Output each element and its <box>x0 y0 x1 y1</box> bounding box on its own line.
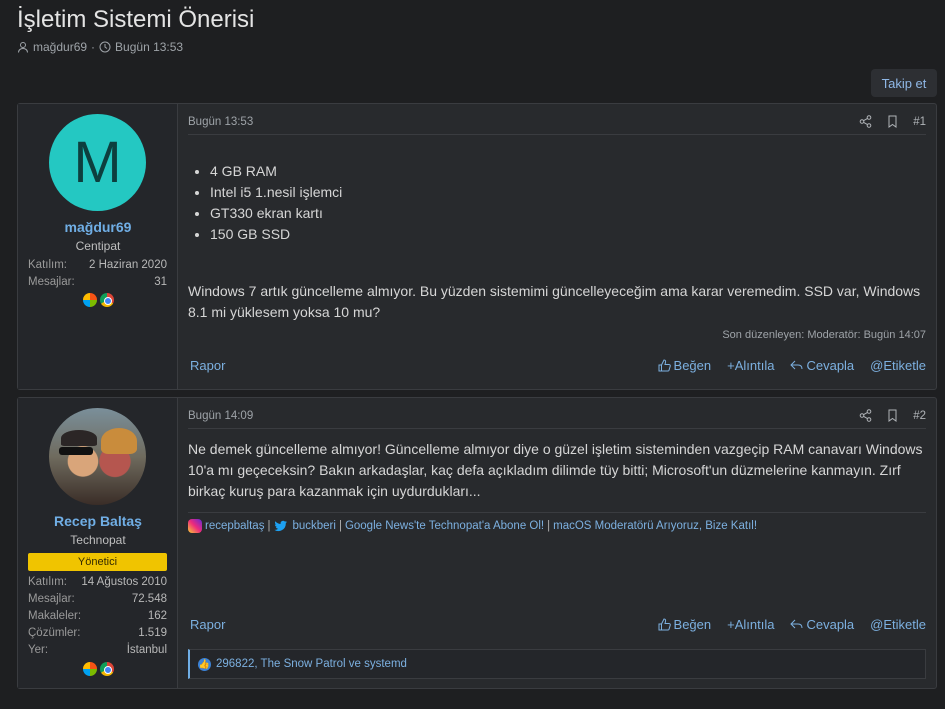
reply-button[interactable]: Cevapla <box>790 358 854 373</box>
clock-icon <box>99 41 111 53</box>
avatar-glasses <box>59 447 93 455</box>
avatar-cap <box>61 430 97 446</box>
signature-separator: | <box>338 520 342 532</box>
report-link[interactable]: Rapor <box>190 617 225 632</box>
like-button[interactable]: Beğen <box>658 617 711 632</box>
tag-button[interactable]: @Etiketle <box>870 617 926 632</box>
bookmark-icon[interactable] <box>886 115 899 128</box>
chrome-icon <box>99 662 114 676</box>
stat-messages: Mesajlar: 72.548 <box>28 593 167 605</box>
post-text: Windows 7 artık güncelleme almıyor. Bu y… <box>188 283 921 320</box>
reactions-bar[interactable]: 👍 296822, The Snow Patrol ve systemd <box>188 649 926 679</box>
reactions-list[interactable]: 296822, The Snow Patrol ve systemd <box>216 658 407 670</box>
signature-link-2[interactable]: macOS Moderatörü Arıyoruz, Bize Katıl! <box>553 520 757 532</box>
tag-button[interactable]: @Etiketle <box>870 358 926 373</box>
thread-author[interactable]: mağdur69 <box>33 40 87 54</box>
reply-button[interactable]: Cevapla <box>790 617 854 632</box>
reply-icon <box>790 360 803 370</box>
like-reaction-icon: 👍 <box>198 657 211 671</box>
post-header: Bugün 14:09 #2 <box>188 409 926 429</box>
post-date[interactable]: Bugün 13:53 <box>188 116 253 128</box>
signature-instagram-link[interactable]: recepbaltaş <box>205 520 264 532</box>
signature: recepbaltaş | buckberi | Google News'te … <box>188 512 926 533</box>
like-button[interactable]: Beğen <box>658 358 711 373</box>
user-title: Technopat <box>70 533 126 547</box>
spec-list: 4 GB RAM Intel i5 1.nesil işlemci GT330 … <box>210 161 342 245</box>
post-text: Ne demek güncelleme almıyor! Güncelleme … <box>188 441 923 499</box>
stat-joined: Katılım: 14 Ağustos 2010 <box>28 576 167 588</box>
thread-meta: mağdur69 · Bugün 13:53 <box>17 40 183 54</box>
username[interactable]: mağdur69 <box>18 219 178 235</box>
windows-icon <box>82 293 97 307</box>
signature-separator: | <box>267 520 271 532</box>
instagram-icon <box>188 519 202 533</box>
list-item: 150 GB SSD <box>210 224 342 245</box>
avatar[interactable]: M <box>49 114 146 211</box>
share-icon[interactable] <box>859 409 872 422</box>
share-icon[interactable] <box>859 115 872 128</box>
meta-separator: · <box>91 40 96 54</box>
bookmark-icon[interactable] <box>886 409 899 422</box>
thread-date[interactable]: Bugün 13:53 <box>115 40 183 54</box>
post-1-user-panel: M mağdur69 Centipat Katılım: 2 Haziran 20… <box>18 104 178 389</box>
post-number[interactable]: #1 <box>913 116 926 128</box>
windows-icon <box>82 662 97 676</box>
signature-separator: | <box>547 520 551 532</box>
reply-icon <box>790 619 803 629</box>
signature-link-1[interactable]: Google News'te Technopat'a Abone Ol! <box>345 520 544 532</box>
post-date[interactable]: Bugün 14:09 <box>188 410 253 422</box>
list-item: GT330 ekran kartı <box>210 203 342 224</box>
user-icon <box>18 42 28 53</box>
browser-icons <box>18 662 178 676</box>
stat-solutions: Çözümler: 1.519 <box>28 627 167 639</box>
browser-icons <box>18 293 178 307</box>
stat-messages: Mesajlar: 31 <box>28 276 167 288</box>
list-item: Intel i5 1.nesil işlemci <box>210 182 342 203</box>
post-1-content: Bugün 13:53 #1 4 GB RAM Intel i5 1.nesil… <box>188 104 926 389</box>
username[interactable]: Recep Baltaş <box>18 513 178 529</box>
stat-articles: Makaleler: 162 <box>28 610 167 622</box>
thumbs-up-icon <box>658 618 671 631</box>
thumbs-up-icon <box>658 359 671 372</box>
post-2-content: Bugün 14:09 #2 Ne demek güncelleme almıy… <box>188 398 926 688</box>
quote-button[interactable]: +Alıntıla <box>727 617 774 632</box>
stat-joined: Katılım: 2 Haziran 2020 <box>28 259 167 271</box>
post-2: Recep Baltaş Technopat Yönetici Katılım:… <box>17 397 937 689</box>
signature-twitter-link[interactable]: buckberi <box>292 520 335 532</box>
avatar[interactable] <box>49 408 146 505</box>
edited-note: Son düzenleyen: Moderatör: Bugün 14:07 <box>722 329 926 341</box>
role-badge: Yönetici <box>28 553 167 571</box>
user-title: Centipat <box>75 239 121 253</box>
post-1: M mağdur69 Centipat Katılım: 2 Haziran 20… <box>17 103 937 390</box>
chrome-icon <box>99 293 114 307</box>
list-item: 4 GB RAM <box>210 161 342 182</box>
avatar-hat <box>101 428 137 454</box>
post-header: Bugün 13:53 #1 <box>188 115 926 135</box>
twitter-icon <box>274 520 288 532</box>
thread-title: İşletim Sistemi Önerisi <box>17 6 255 33</box>
post-number[interactable]: #2 <box>913 410 926 422</box>
report-link[interactable]: Rapor <box>190 358 225 373</box>
follow-button[interactable]: Takip et <box>871 69 937 97</box>
stat-location: Yer: İstanbul <box>28 644 167 656</box>
quote-button[interactable]: +Alıntıla <box>727 358 774 373</box>
post-2-user-panel: Recep Baltaş Technopat Yönetici Katılım:… <box>18 398 178 688</box>
